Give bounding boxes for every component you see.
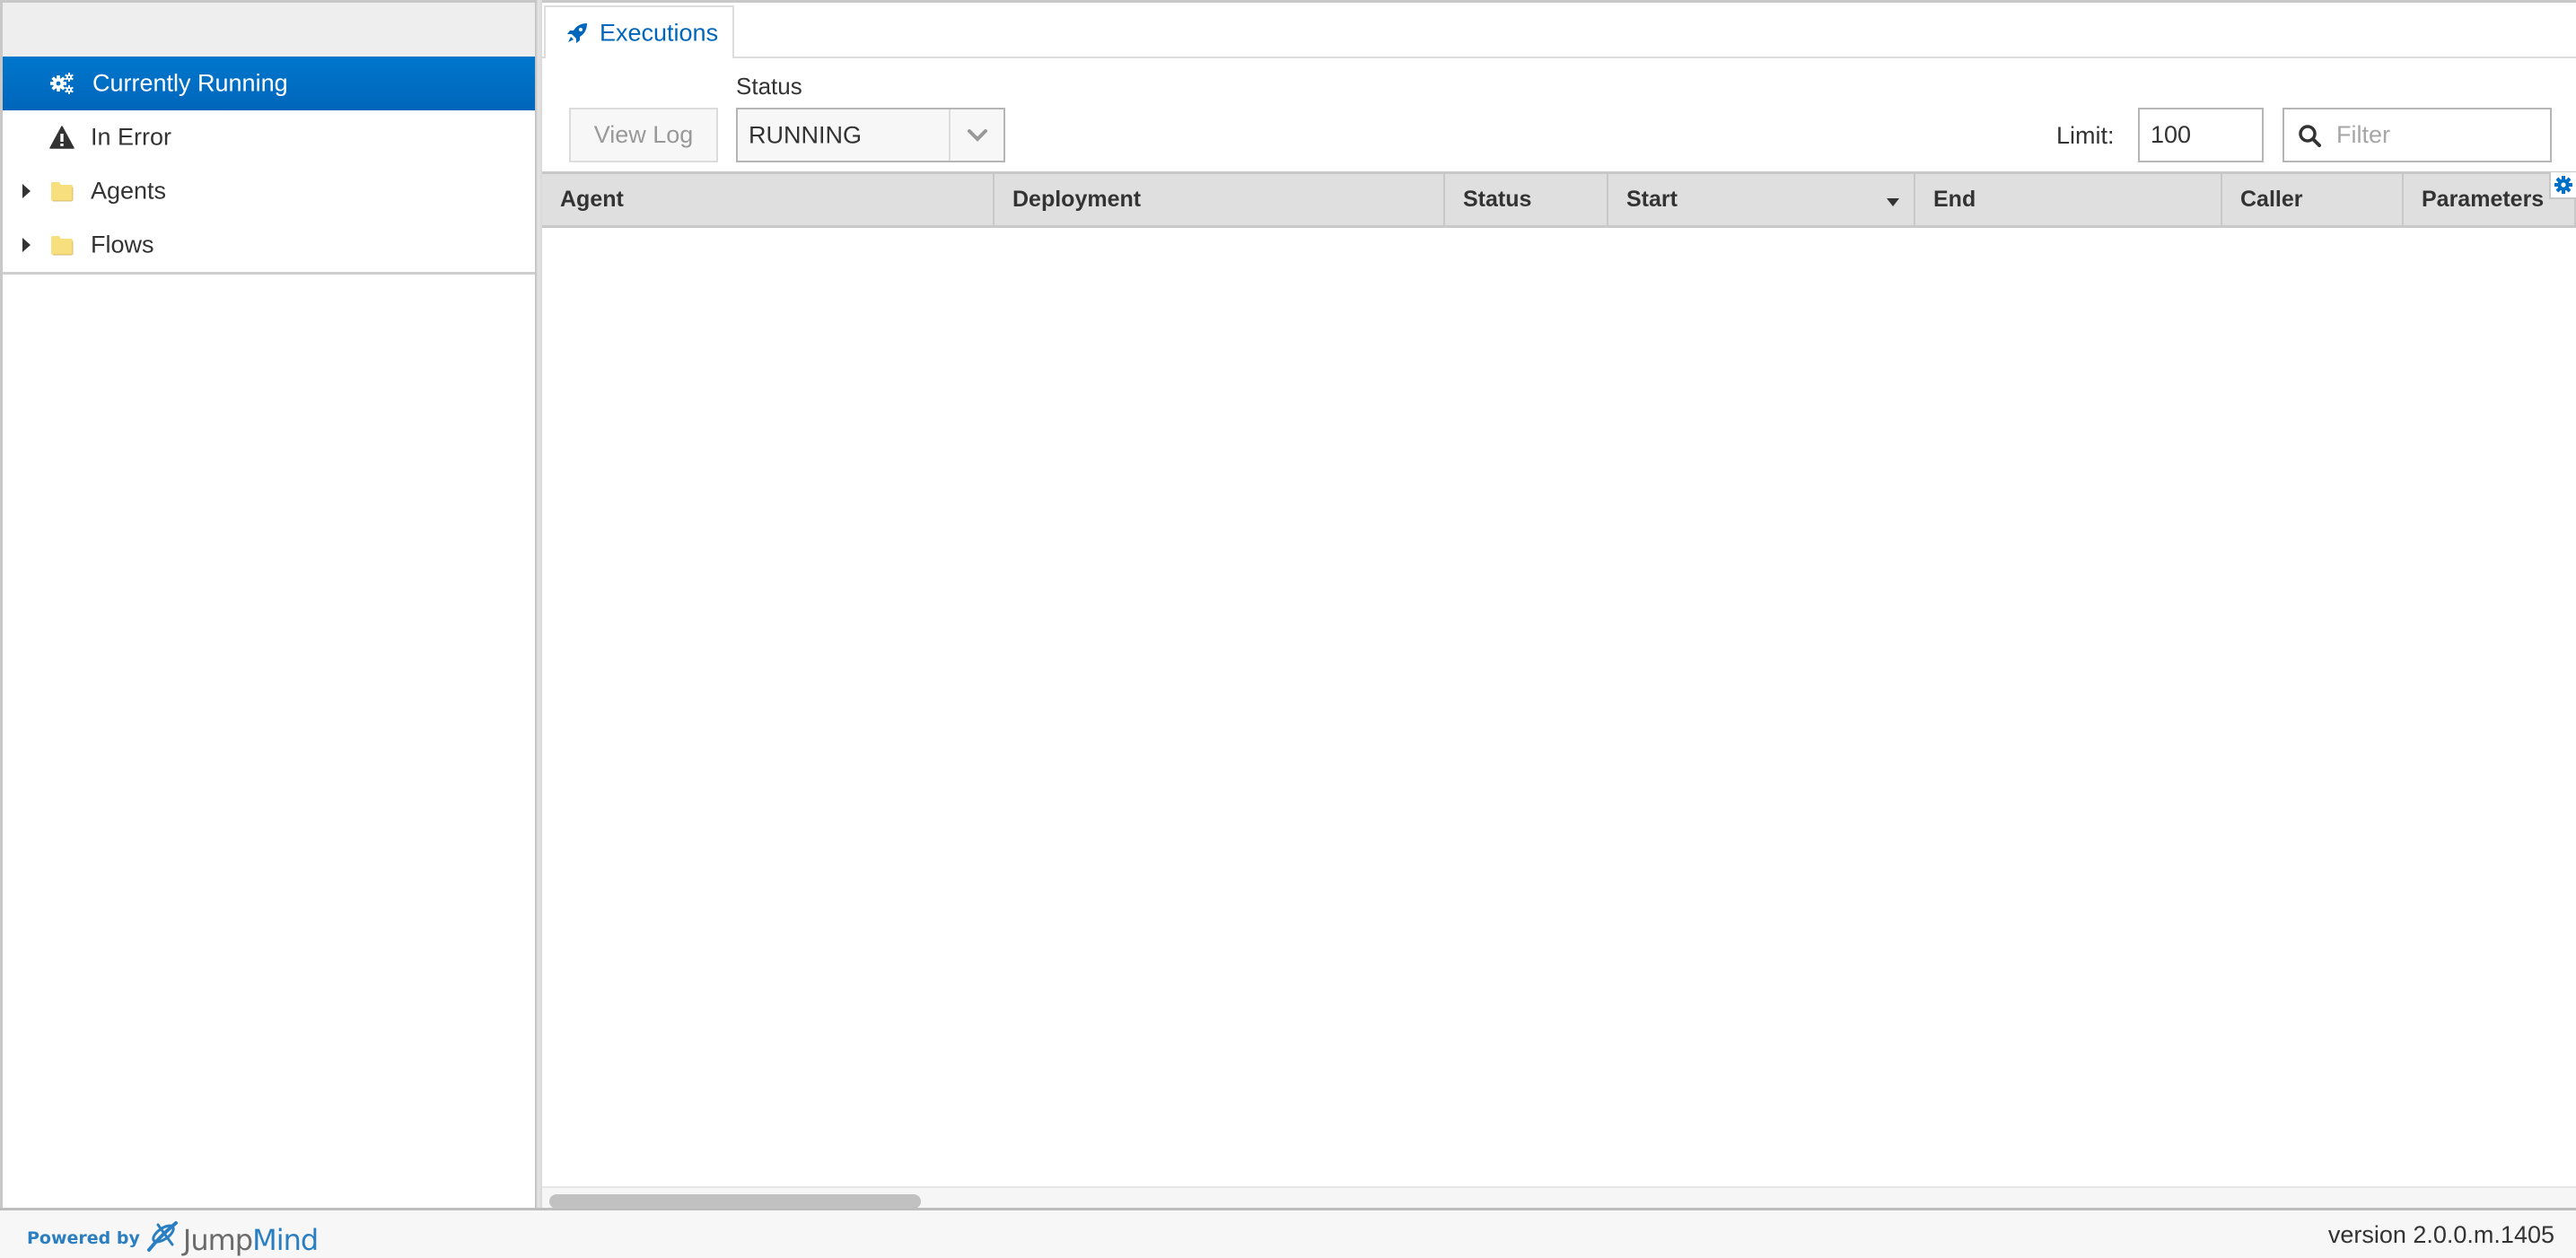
version-label: version 2.0.0.m.1405 bbox=[2327, 1221, 2554, 1248]
powered-by-jumpmind-logo[interactable]: Powered by Jump Mind bbox=[27, 1218, 319, 1257]
tab-bar: Executions bbox=[542, 3, 2576, 60]
scrollbar-thumb[interactable] bbox=[549, 1194, 921, 1209]
dropdown-button[interactable] bbox=[949, 109, 1003, 161]
folder-icon bbox=[49, 232, 74, 258]
column-label: Agent bbox=[560, 187, 624, 212]
sidebar-item-label: Currently Running bbox=[92, 69, 288, 97]
footer: Powered by Jump Mind version 2.0.0.m.1405 bbox=[0, 1208, 2576, 1258]
sidebar-item-label: In Error bbox=[91, 123, 172, 151]
tab-label: Executions bbox=[600, 19, 719, 46]
gears-icon bbox=[49, 71, 74, 96]
brand-name-part1: Jump bbox=[182, 1223, 253, 1257]
sidebar-divider bbox=[3, 272, 539, 275]
rocket-icon bbox=[565, 22, 589, 45]
column-label: End bbox=[1933, 187, 1976, 212]
executions-table: Agent Deployment Status Start End Caller… bbox=[542, 171, 2576, 1213]
folder-icon bbox=[49, 179, 74, 204]
powered-by-text: Powered by bbox=[27, 1228, 140, 1248]
column-header-status[interactable]: Status bbox=[1445, 174, 1608, 225]
column-label: Deployment bbox=[1012, 187, 1142, 212]
column-header-deployment[interactable]: Deployment bbox=[994, 174, 1445, 225]
status-filter-label: Status bbox=[736, 73, 802, 100]
warning-icon bbox=[49, 125, 74, 150]
status-select-value: RUNNING bbox=[749, 121, 862, 148]
filter-field[interactable] bbox=[2282, 108, 2552, 162]
main-panel: Executions Status View Log RUNNING Limit… bbox=[542, 0, 2576, 1213]
tab-executions[interactable]: Executions bbox=[544, 5, 734, 60]
expand-arrow-icon[interactable] bbox=[22, 184, 31, 198]
sidebar-header bbox=[3, 3, 539, 57]
jumpmind-logo-icon bbox=[145, 1219, 181, 1255]
limit-input[interactable] bbox=[2138, 108, 2264, 162]
expand-arrow-icon[interactable] bbox=[22, 238, 31, 252]
sidebar-item-currently-running[interactable]: Currently Running bbox=[3, 57, 539, 110]
gear-icon bbox=[2554, 176, 2572, 194]
limit-label: Limit: bbox=[2056, 122, 2115, 149]
column-label: Status bbox=[1463, 187, 1532, 212]
brand-name-part2: Mind bbox=[252, 1223, 319, 1257]
status-select[interactable]: RUNNING bbox=[736, 108, 1005, 162]
sidebar-item-in-error[interactable]: In Error bbox=[3, 110, 539, 164]
sidebar-item-label: Flows bbox=[91, 231, 154, 258]
column-header-caller[interactable]: Caller bbox=[2222, 174, 2404, 225]
sidebar-item-flows[interactable]: Flows bbox=[3, 218, 539, 272]
sort-descending-icon bbox=[1887, 197, 1899, 206]
sidebar-item-label: Agents bbox=[91, 177, 167, 205]
column-header-start[interactable]: Start bbox=[1608, 174, 1915, 225]
view-log-button[interactable]: View Log bbox=[569, 108, 718, 162]
table-body bbox=[542, 228, 2576, 1190]
column-header-end[interactable]: End bbox=[1915, 174, 2222, 225]
column-label: Parameters bbox=[2422, 187, 2545, 212]
column-settings-button[interactable] bbox=[2549, 172, 2576, 199]
chevron-down-icon bbox=[967, 128, 987, 142]
column-label: Caller bbox=[2240, 187, 2303, 212]
column-label: Start bbox=[1626, 187, 1678, 212]
table-header: Agent Deployment Status Start End Caller… bbox=[542, 172, 2576, 228]
sidebar-item-agents[interactable]: Agents bbox=[3, 164, 539, 218]
navigation-sidebar: Currently Running In Error Agents Flows bbox=[0, 0, 539, 1210]
column-header-agent[interactable]: Agent bbox=[542, 174, 994, 225]
filter-input[interactable] bbox=[2336, 109, 2543, 161]
search-icon bbox=[2297, 123, 2322, 148]
